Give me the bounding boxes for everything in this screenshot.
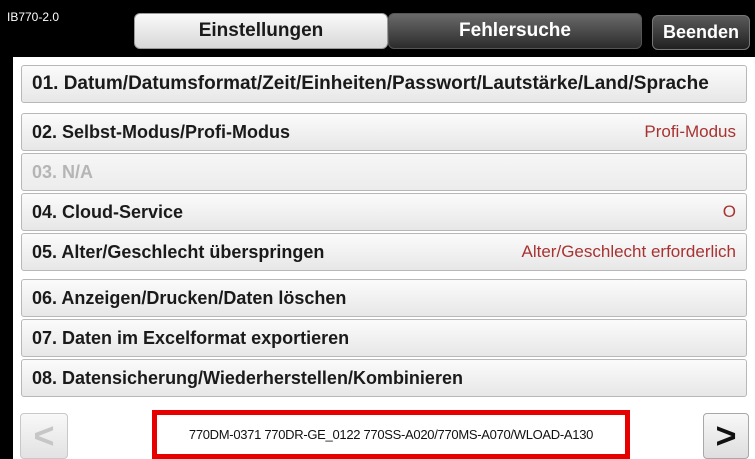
menu-item-05[interactable]: 05. Alter/Geschlecht überspringen Alter/… [21,233,747,271]
menu-item-label: 02. Selbst-Modus/Profi-Modus [32,121,291,142]
device-model-label: IB770-2.0 [7,10,60,24]
menu-item-label: 05. Alter/Geschlecht überspringen [32,241,325,262]
menu-item-01[interactable]: 01. Datum/Datumsformat/Zeit/Einheiten/Pa… [21,65,747,103]
menu-item-02[interactable]: 02. Selbst-Modus/Profi-Modus Profi-Modus [21,113,747,151]
firmware-version-box: 770DM-0371 770DR-GE_0122 770SS-A020/770M… [152,410,630,459]
menu-item-label: 04. Cloud-Service [32,201,184,222]
previous-page-button[interactable]: < [20,413,68,459]
menu-item-label: 07. Daten im Excelformat exportieren [32,327,350,348]
firmware-version-text: 770DM-0371 770DR-GE_0122 770SS-A020/770M… [188,427,594,442]
menu-item-06[interactable]: 06. Anzeigen/Drucken/Daten löschen [21,279,747,317]
menu-item-08[interactable]: 08. Datensicherung/Wiederherstellen/Komb… [21,359,747,397]
chevron-right-icon: > [715,415,737,456]
menu-item-07[interactable]: 07. Daten im Excelformat exportieren [21,319,747,357]
menu-item-04[interactable]: 04. Cloud-Service O [21,193,747,231]
menu-item-value: O [722,202,736,221]
tab-einstellungen[interactable]: Einstellungen [134,13,388,49]
menu-item-value: Alter/Geschlecht erforderlich [521,242,736,261]
next-page-button[interactable]: > [703,413,749,459]
menu-item-label: 08. Datensicherung/Wiederherstellen/Komb… [32,367,463,388]
chevron-left-icon: < [33,415,55,456]
menu-item-label: 06. Anzeigen/Drucken/Daten löschen [32,287,347,308]
menu-item-03: 03. N/A [21,153,747,191]
exit-button[interactable]: Beenden [652,15,750,50]
menu-item-label: 03. N/A [32,161,94,182]
settings-panel: 01. Datum/Datumsformat/Zeit/Einheiten/Pa… [13,57,755,459]
menu-item-value: Profi-Modus [644,122,736,141]
menu-item-label: 01. Datum/Datumsformat/Zeit/Einheiten/Pa… [32,73,709,94]
tab-fehlersuche[interactable]: Fehlersuche [388,13,642,49]
